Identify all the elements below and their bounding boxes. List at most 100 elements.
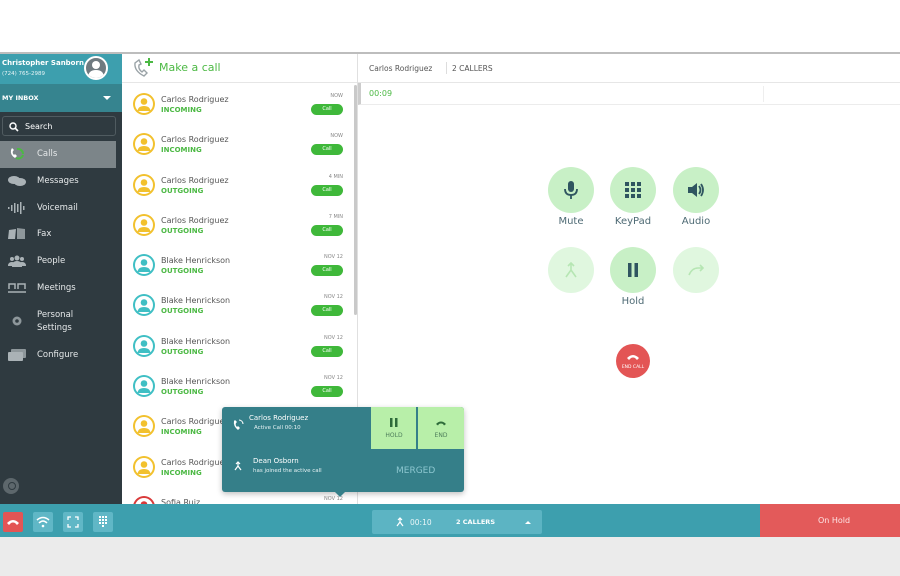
location-pin-icon[interactable] bbox=[3, 478, 19, 494]
sidebar-item-people[interactable]: People bbox=[0, 248, 122, 275]
sidebar-item-personal-settings[interactable]: Personal Settings bbox=[0, 302, 122, 342]
microphone-icon bbox=[564, 181, 578, 199]
pause-icon bbox=[628, 263, 638, 277]
keypad-label: KeyPad bbox=[614, 216, 652, 227]
contact-avatar-icon bbox=[133, 254, 155, 277]
contact-name: Carlos Rodriguez bbox=[161, 95, 229, 104]
call-direction: OUTGOING bbox=[161, 347, 204, 356]
active-call-summary[interactable]: 00:10 2 CALLERS bbox=[372, 510, 542, 534]
call-time: NOW bbox=[330, 93, 343, 99]
mute-button[interactable] bbox=[548, 167, 594, 213]
contact-avatar-icon bbox=[133, 133, 155, 156]
sidebar-item-label: Personal Settings bbox=[37, 309, 74, 333]
window-footer bbox=[0, 537, 900, 576]
hold-label: Hold bbox=[621, 296, 645, 307]
contact-name: Carlos Rodriguez bbox=[161, 135, 229, 145]
call-back-button[interactable]: Call bbox=[311, 184, 343, 196]
phone-icon bbox=[10, 148, 24, 160]
user-profile[interactable]: Christopher Sanborn (724) 765-2989 bbox=[0, 54, 122, 84]
call-time: NOV 12 bbox=[324, 375, 343, 382]
call-timer-bar: 00:09 bbox=[358, 83, 900, 105]
list-scrollbar[interactable] bbox=[354, 85, 357, 315]
call-back-button[interactable]: Call bbox=[311, 104, 343, 115]
merged-status: MERGED bbox=[396, 466, 436, 476]
call-back-button[interactable]: Call bbox=[311, 305, 343, 317]
connection-button[interactable] bbox=[33, 512, 53, 532]
dialpad-button[interactable] bbox=[93, 512, 113, 532]
popup-end-button[interactable]: END bbox=[418, 407, 464, 449]
popup-caller-2-name: Dean Osborn bbox=[253, 457, 299, 465]
phone-plus-icon bbox=[134, 58, 153, 77]
call-list-item[interactable]: Blake Henrickson OUTGOING NOV 12 Call bbox=[122, 365, 357, 405]
call-back-button[interactable]: Call bbox=[311, 144, 343, 156]
call-back-button[interactable]: Call bbox=[311, 345, 343, 357]
expand-icon bbox=[67, 516, 79, 528]
popup-pointer bbox=[335, 492, 345, 497]
transfer-icon bbox=[688, 264, 705, 276]
call-direction: INCOMING bbox=[161, 106, 202, 114]
call-list-item[interactable]: Carlos Rodriguez OUTGOING 7 MIN Call bbox=[122, 204, 357, 244]
hang-up-button[interactable] bbox=[3, 512, 23, 532]
merge-icon bbox=[234, 461, 242, 471]
sidebar-item-calls[interactable]: Calls bbox=[0, 141, 116, 168]
popup-caller-2-status: has joined the active call bbox=[253, 468, 322, 474]
inbox-label: MY INBOX bbox=[2, 94, 39, 102]
search-input[interactable]: Search bbox=[2, 116, 116, 136]
contact-name: Blake Henrickson bbox=[161, 377, 231, 387]
dialpad-icon bbox=[99, 516, 107, 527]
sidebar-item-meetings[interactable]: Meetings bbox=[0, 275, 122, 302]
end-call-button[interactable]: END CALL bbox=[616, 344, 650, 378]
popup-hold-button[interactable]: HOLD bbox=[371, 407, 417, 449]
call-back-button[interactable]: Call bbox=[311, 224, 343, 236]
hold-button[interactable] bbox=[610, 247, 656, 293]
chevron-up-icon[interactable] bbox=[525, 521, 531, 524]
call-list-item[interactable]: Blake Henrickson OUTGOING NOV 12 Call bbox=[122, 244, 357, 284]
bottom-call-timer: 00:10 bbox=[410, 518, 432, 527]
expand-button[interactable] bbox=[63, 512, 83, 532]
on-hold-button[interactable]: On Hold bbox=[760, 504, 900, 538]
contact-name: Blake Henrickson bbox=[161, 296, 231, 306]
call-direction: OUTGOING bbox=[161, 307, 204, 316]
transfer-button[interactable] bbox=[673, 247, 719, 293]
call-direction: INCOMING bbox=[161, 468, 202, 477]
sidebar-item-fax[interactable]: Fax bbox=[0, 221, 122, 248]
call-time: 7 MIN bbox=[328, 213, 343, 220]
wifi-icon bbox=[36, 516, 50, 528]
call-list-item[interactable]: Blake Henrickson OUTGOING NOV 12 Call bbox=[122, 284, 357, 324]
keypad-button[interactable] bbox=[610, 167, 656, 213]
merge-button[interactable] bbox=[548, 247, 594, 293]
contact-avatar-icon bbox=[133, 495, 155, 504]
timer-divider bbox=[763, 86, 764, 102]
audio-button[interactable] bbox=[673, 167, 719, 213]
call-list-item[interactable]: Carlos Rodriguez INCOMING NOW Call bbox=[122, 123, 357, 163]
sidebar-item-voicemail[interactable]: Voicemail bbox=[0, 195, 122, 222]
call-back-button[interactable]: Call bbox=[311, 265, 343, 277]
merge-icon bbox=[565, 261, 577, 278]
call-direction: OUTGOING bbox=[161, 388, 204, 397]
contact-avatar-icon bbox=[133, 334, 155, 357]
contact-avatar-icon bbox=[133, 173, 155, 196]
contact-name: Blake Henrickson bbox=[161, 336, 231, 346]
call-direction: INCOMING bbox=[161, 146, 202, 155]
fax-icon bbox=[8, 228, 25, 240]
sidebar-item-label: Messages bbox=[37, 175, 79, 186]
make-call-button[interactable]: Make a call bbox=[122, 54, 357, 83]
call-list-item[interactable]: Blake Henrickson OUTGOING NOV 12 Call bbox=[122, 325, 357, 365]
phone-active-icon bbox=[233, 419, 244, 430]
audio-label: Audio bbox=[681, 216, 711, 227]
user-avatar-icon[interactable] bbox=[84, 56, 108, 80]
call-list-item[interactable]: Carlos Rodriguez INCOMING NOW Call bbox=[122, 83, 357, 123]
chevron-down-icon bbox=[103, 96, 111, 100]
call-back-button[interactable]: Call bbox=[311, 386, 343, 398]
phone-app: Christopher Sanborn (724) 765-2989 MY IN… bbox=[0, 52, 900, 538]
inbox-selector[interactable]: MY INBOX bbox=[0, 84, 122, 112]
active-call-header: Carlos Rodriguez 2 CALLERS bbox=[358, 54, 900, 83]
call-list-item[interactable]: Carlos Rodriguez OUTGOING 4 MIN Call bbox=[122, 164, 357, 204]
contact-name: Carlos Rodriguez bbox=[161, 175, 229, 185]
popup-hold-label: HOLD bbox=[385, 432, 403, 439]
contact-avatar-icon bbox=[133, 455, 155, 478]
sidebar-item-messages[interactable]: Messages bbox=[0, 168, 122, 195]
sidebar-item-configure[interactable]: Configure bbox=[0, 342, 122, 369]
active-caller-name: Carlos Rodriguez bbox=[369, 64, 433, 73]
sidebar-item-label: Meetings bbox=[37, 282, 76, 293]
